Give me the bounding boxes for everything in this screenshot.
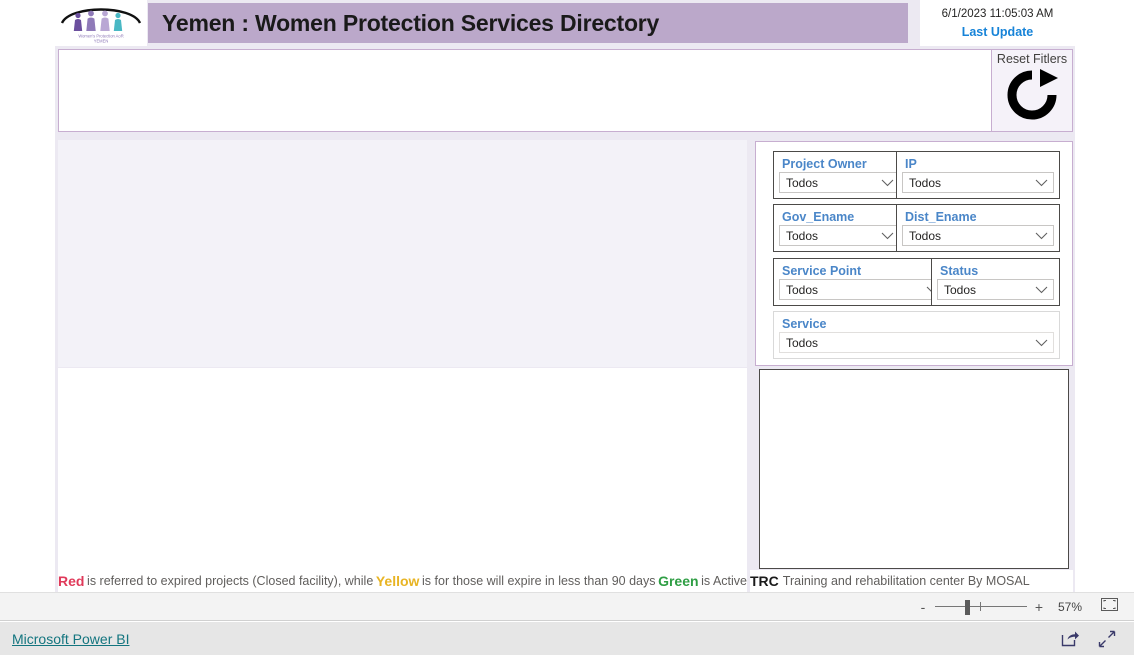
slicer-ip-label: IP (905, 157, 917, 171)
slicer-service-point-label: Service Point (782, 264, 862, 278)
report-title-banner: Yemen : Women Protection Services Direct… (148, 3, 908, 43)
chevron-down-icon (881, 179, 894, 186)
legend-text-2: is for those will expire in less than 90… (422, 574, 656, 588)
zoom-out-button[interactable]: - (915, 600, 931, 614)
slicer-service[interactable]: Service Todos (773, 311, 1060, 359)
slicer-gov-ename[interactable]: Gov_Ename Todos (773, 204, 906, 252)
filters-panel: Project Owner Todos IP Todos Gov_Ename T… (755, 141, 1073, 366)
slicer-dist-ename-label: Dist_Ename (905, 210, 977, 224)
share-icon[interactable] (1061, 630, 1080, 647)
reset-filters-button[interactable]: Reset Fitlers (991, 49, 1073, 132)
slicer-project-owner-dropdown[interactable]: Todos (779, 172, 900, 193)
slicer-dist-ename-dropdown[interactable]: Todos (902, 225, 1054, 246)
legend-text-1: is referred to expired projects (Closed … (87, 574, 374, 588)
slicer-status-dropdown[interactable]: Todos (937, 279, 1054, 300)
slicer-service-point[interactable]: Service Point Todos (773, 258, 951, 306)
slicer-status-value: Todos (944, 282, 977, 297)
legend-red-word: Red (58, 573, 85, 589)
slicer-project-owner-value: Todos (786, 175, 819, 190)
report-canvas: Women's Protection AoR YEMEN Yemen : Wom… (0, 0, 1134, 592)
slicer-service-value: Todos (786, 335, 819, 350)
left-upper-visual (58, 140, 747, 367)
legend-green-word: Green (658, 573, 699, 589)
last-update-timestamp: 6/1/2023 11:05:03 AM (941, 7, 1054, 20)
slicer-service-dropdown[interactable]: Todos (779, 332, 1054, 353)
slicer-project-owner[interactable]: Project Owner Todos (773, 151, 906, 199)
share-glyph-icon (1061, 631, 1079, 647)
slicer-gov-ename-value: Todos (786, 228, 819, 243)
legend-text-3: is Active (701, 574, 747, 588)
fullscreen-icon[interactable] (1098, 630, 1116, 648)
power-bi-footer: Microsoft Power BI (0, 622, 1134, 655)
zoom-status-bar: - + 57% (0, 592, 1134, 621)
zoom-slider-thumb[interactable] (965, 599, 970, 615)
footer-actions (1061, 630, 1134, 648)
power-bi-brand-link[interactable]: Microsoft Power BI (12, 631, 129, 647)
slicer-ip-value: Todos (909, 175, 942, 190)
slicer-gov-ename-dropdown[interactable]: Todos (779, 225, 900, 246)
zoom-percent-label: 57% (1057, 599, 1083, 614)
slicer-gov-ename-label: Gov_Ename (782, 210, 855, 224)
svg-text:YEMEN: YEMEN (94, 39, 109, 44)
top-visual-panel (58, 49, 1073, 132)
last-update-block: 6/1/2023 11:05:03 AM Last Update (920, 0, 1075, 46)
fit-to-page-icon[interactable] (1101, 597, 1118, 616)
slicer-dist-ename-value: Todos (909, 228, 942, 243)
slicer-status-label: Status (940, 264, 979, 278)
slicer-project-owner-label: Project Owner (782, 157, 867, 171)
fit-to-page-glyph-icon (1101, 597, 1118, 611)
chevron-down-icon (1035, 232, 1048, 239)
legend-yellow-word: Yellow (375, 573, 420, 589)
slicer-ip-dropdown[interactable]: Todos (902, 172, 1054, 193)
zoom-in-button[interactable]: + (1031, 600, 1047, 614)
chevron-down-icon (881, 232, 894, 239)
page-title: Yemen : Women Protection Services Direct… (162, 9, 660, 36)
women-protection-aor-logo-icon: Women's Protection AoR YEMEN (60, 8, 142, 44)
organization-logo: Women's Protection AoR YEMEN (55, 0, 147, 46)
trc-description: Training and rehabilitation center By MO… (782, 574, 1030, 588)
left-lower-visual (58, 368, 747, 570)
slicer-service-label: Service (782, 317, 827, 331)
slicer-ip[interactable]: IP Todos (896, 151, 1060, 199)
slicer-status[interactable]: Status Todos (931, 258, 1060, 306)
slicer-service-point-dropdown[interactable]: Todos (779, 279, 945, 300)
slicer-dist-ename[interactable]: Dist_Ename Todos (896, 204, 1060, 252)
zoom-slider-tick (980, 601, 981, 611)
right-lower-visual (759, 369, 1069, 569)
power-bi-report-page: Women's Protection AoR YEMEN Yemen : Wom… (0, 0, 1134, 655)
status-color-legend: Red is referred to expired projects (Clo… (58, 570, 747, 592)
refresh-circular-arrow-icon (1007, 69, 1058, 120)
reset-filters-label: Reset Fitlers (996, 52, 1068, 66)
fullscreen-arrows-glyph-icon (1098, 630, 1116, 647)
trc-abbreviation: TRC (750, 573, 779, 589)
chevron-down-icon (1035, 339, 1048, 346)
last-update-label: Last Update (961, 24, 1034, 39)
chevron-down-icon (1035, 286, 1048, 293)
zoom-slider-track (935, 605, 1027, 607)
slicer-service-point-value: Todos (786, 282, 819, 297)
zoom-slider[interactable] (935, 599, 1027, 615)
report-header: Women's Protection AoR YEMEN Yemen : Wom… (55, 0, 1075, 46)
trc-abbreviation-note: TRC Training and rehabilitation center B… (750, 570, 1073, 592)
chevron-down-icon (1035, 179, 1048, 186)
